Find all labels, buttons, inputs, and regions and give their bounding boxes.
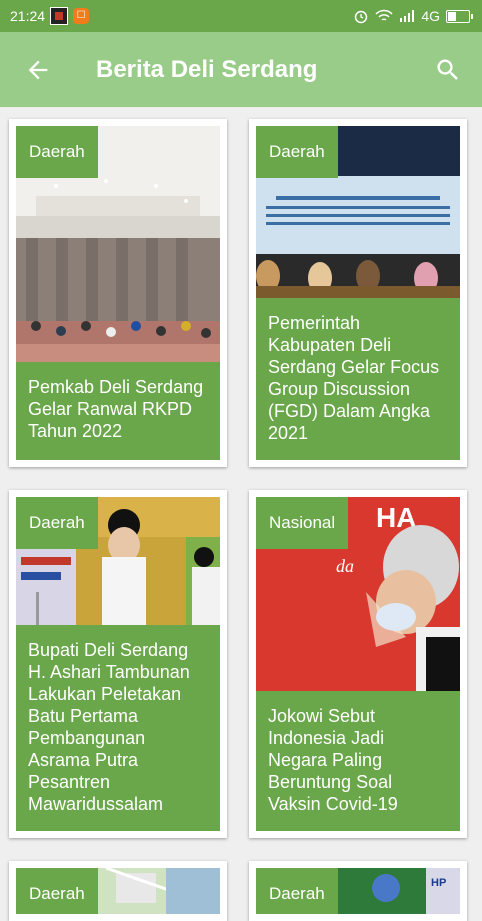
- news-card[interactable]: Daerah: [9, 861, 227, 921]
- category-badge: Daerah: [16, 126, 98, 178]
- news-title: Jokowi Sebut Indonesia Jadi Negara Palin…: [256, 691, 460, 831]
- notification-app-icon: [50, 7, 69, 25]
- news-thumbnail: Daerah: [16, 868, 220, 914]
- news-grid: Daerah Pemkab Deli Serdang Gelar Ranwal …: [0, 107, 482, 921]
- svg-text:HP: HP: [431, 877, 446, 889]
- news-thumbnail: HA da Nasional: [256, 497, 460, 691]
- news-thumbnail: Daerah: [16, 497, 220, 625]
- arrow-back-icon[interactable]: [24, 56, 52, 84]
- category-badge: Nasional: [256, 497, 349, 549]
- news-card[interactable]: HP Daerah: [249, 861, 467, 921]
- category-badge: Daerah: [256, 126, 338, 178]
- network-type: 4G: [421, 8, 440, 24]
- alarm-icon: [355, 10, 368, 24]
- news-title: Pemkab Deli Serdang Gelar Ranwal RKPD Ta…: [16, 362, 220, 460]
- news-title: Pemerintah Kabupaten Deli Serdang Gelar …: [256, 298, 460, 460]
- category-badge: Daerah: [16, 868, 98, 914]
- news-thumbnail: HP Daerah: [256, 868, 460, 914]
- news-card[interactable]: Daerah Bupati Deli Serdang H. Ashari Tam…: [9, 490, 227, 838]
- search-icon[interactable]: [434, 56, 462, 84]
- notification-app-icon-orange: ☐: [73, 8, 90, 24]
- wifi-icon: [375, 9, 393, 21]
- news-card[interactable]: Daerah Pemkab Deli Serdang Gelar Ranwal …: [9, 119, 227, 467]
- status-time: 21:24: [10, 8, 46, 24]
- news-thumbnail: Daerah: [16, 126, 220, 362]
- signal-icon: [400, 10, 415, 22]
- battery-icon: [446, 9, 473, 23]
- news-thumbnail: Daerah: [256, 126, 460, 298]
- svg-text:da: da: [336, 556, 354, 576]
- category-badge: Daerah: [256, 868, 338, 914]
- news-card[interactable]: HA da Nasional Jokowi Sebut Indonesia Ja…: [249, 490, 467, 838]
- news-title: Bupati Deli Serdang H. Ashari Tambunan L…: [16, 625, 220, 831]
- app-bar: Berita Deli Serdang: [0, 32, 482, 107]
- status-bar: 21:24 ☐ 4G: [0, 0, 482, 32]
- news-card[interactable]: Daerah Pemerintah Kabupaten Deli Serdang…: [249, 119, 467, 467]
- category-badge: Daerah: [16, 497, 98, 549]
- page-title: Berita Deli Serdang: [96, 55, 318, 83]
